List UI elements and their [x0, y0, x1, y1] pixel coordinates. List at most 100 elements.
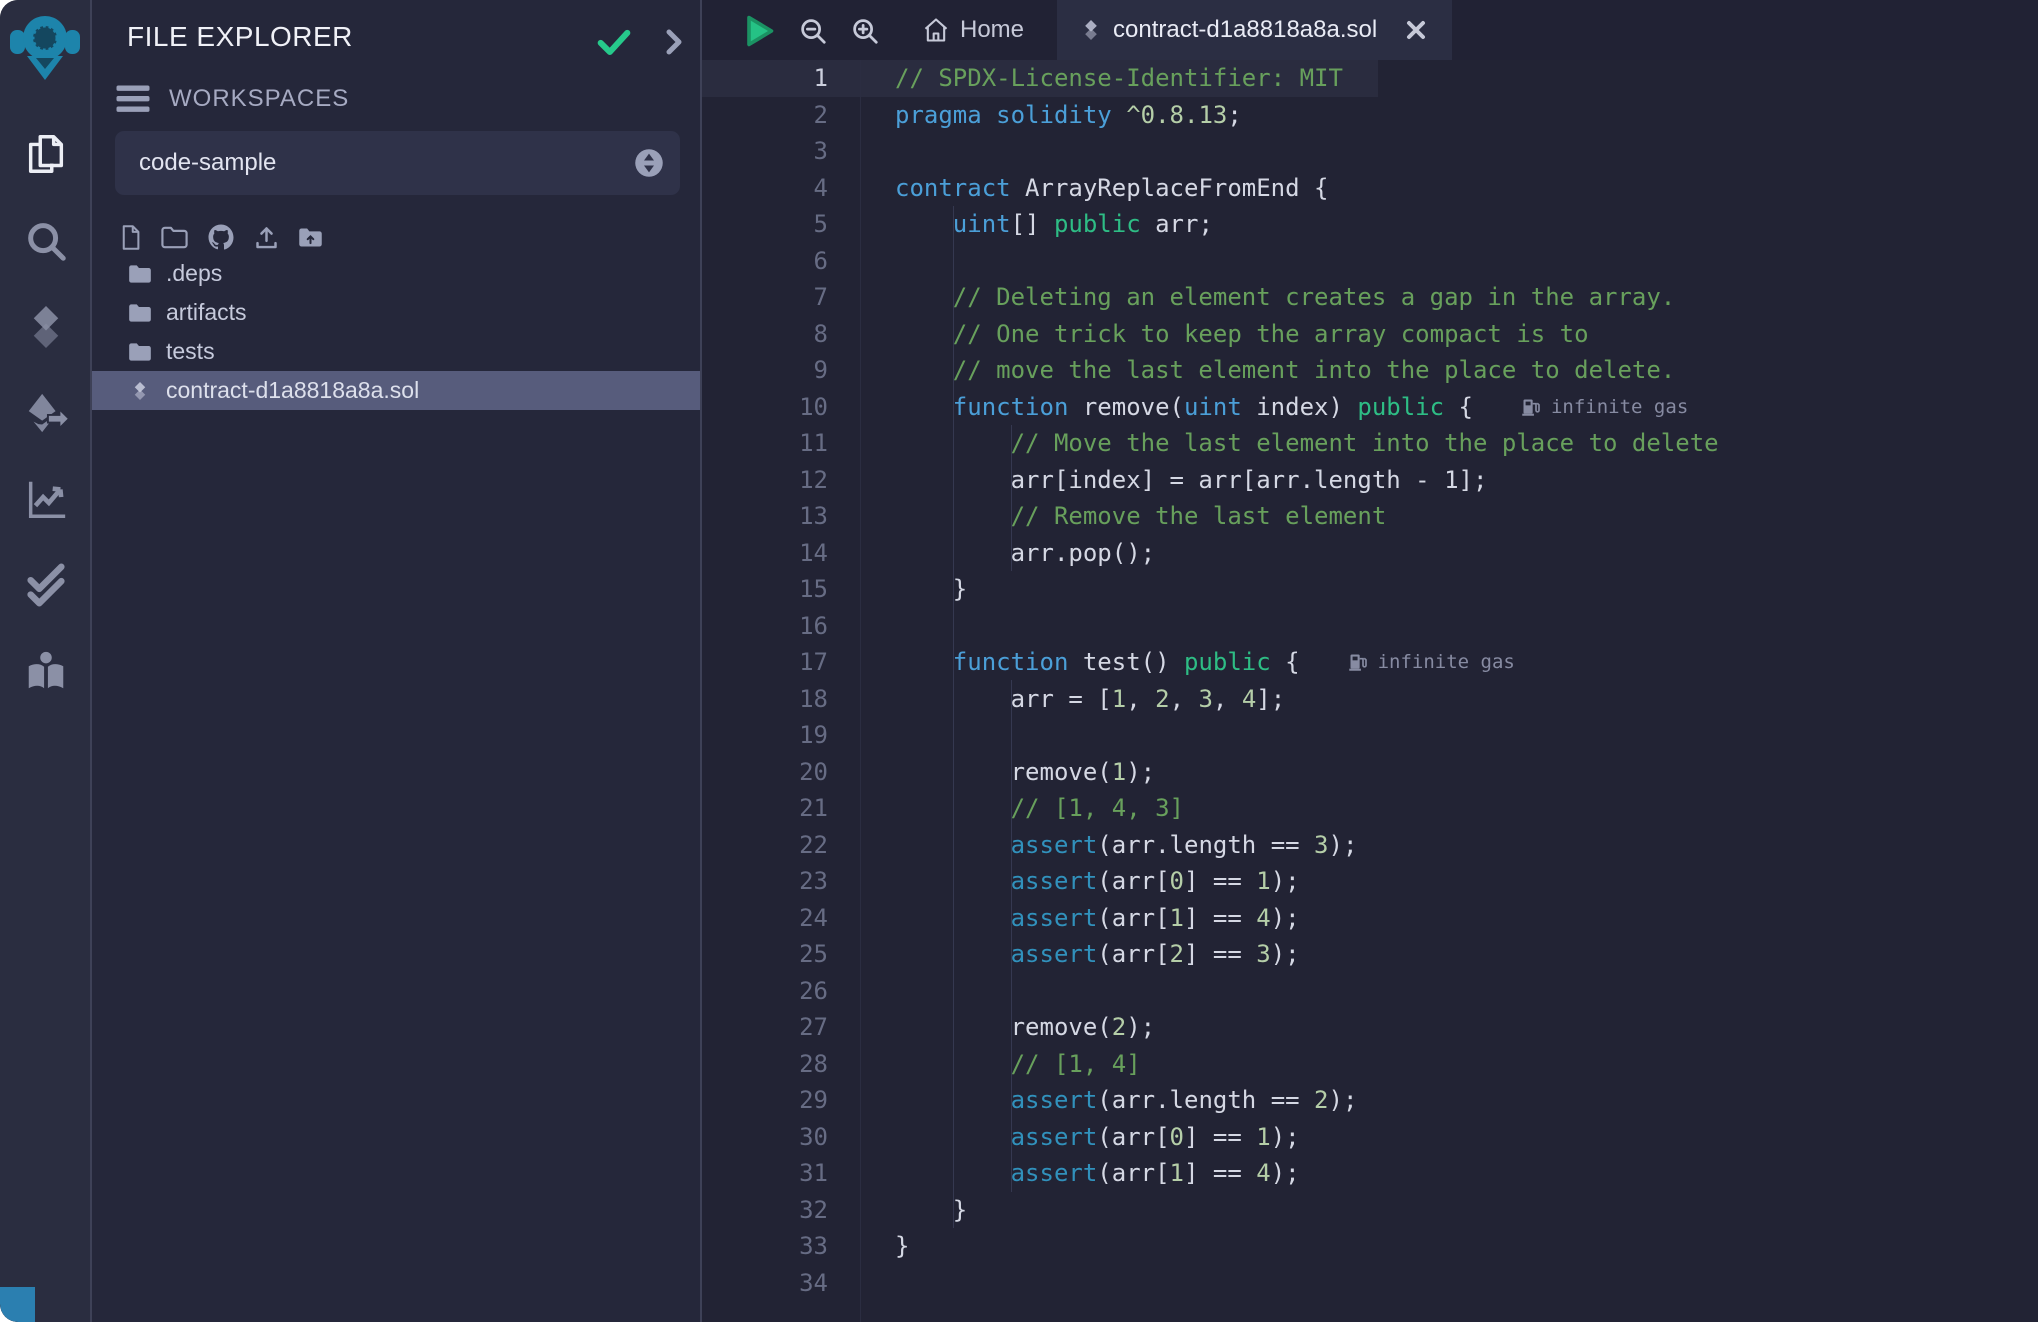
code-line[interactable]: 28 // [1, 4] [702, 1046, 2038, 1083]
code-editor[interactable]: 1// SPDX-License-Identifier: MIT2pragma … [702, 60, 2038, 1301]
new-folder-icon[interactable] [160, 224, 189, 251]
code-line-content: // SPDX-License-Identifier: MIT [828, 60, 1343, 97]
code-line[interactable]: 6 [702, 243, 2038, 280]
file-tree-row[interactable]: contract-d1a8818a8a.sol [92, 371, 702, 410]
select-arrows-icon [634, 148, 664, 178]
code-line[interactable]: 29 assert(arr.length == 2); [702, 1082, 2038, 1119]
code-line[interactable]: 13 // Remove the last element [702, 498, 2038, 535]
code-line[interactable]: 21 // [1, 4, 3] [702, 790, 2038, 827]
code-line[interactable]: 8 // One trick to keep the array compact… [702, 316, 2038, 353]
new-file-icon[interactable] [118, 224, 143, 251]
code-line[interactable]: 2pragma solidity ^0.8.13; [702, 97, 2038, 134]
code-line[interactable]: 15 } [702, 571, 2038, 608]
code-line[interactable]: 11 // Move the last element into the pla… [702, 425, 2038, 462]
code-line[interactable]: 30 assert(arr[0] == 1); [702, 1119, 2038, 1156]
home-icon [922, 16, 950, 44]
code-line[interactable]: 34 [702, 1265, 2038, 1302]
code-line[interactable]: 31 assert(arr[1] == 4); [702, 1155, 2038, 1192]
code-line-content: assert(arr[1] == 4); [828, 900, 1300, 937]
code-line-content: arr = [1, 2, 3, 4]; [828, 681, 1285, 718]
solidity-compiler-icon[interactable] [0, 304, 92, 350]
folder-icon [126, 340, 154, 364]
panel-title: FILE EXPLORER [127, 21, 353, 53]
tab-contract-file[interactable]: contract-d1a8818a8a.sol [1057, 0, 1452, 60]
file-tree-row[interactable]: .deps [92, 254, 702, 293]
folder-icon [126, 262, 154, 286]
file-name: artifacts [166, 299, 247, 326]
learneth-icon[interactable] [0, 648, 92, 694]
line-number: 23 [702, 863, 828, 900]
panel-header: FILE EXPLORER [92, 0, 702, 72]
code-line-content: remove(2); [828, 1009, 1155, 1046]
code-line-content: assert(arr.length == 2); [828, 1082, 1357, 1119]
file-tree: .deps artifacts tests contract-d1a8818a8a.s… [92, 254, 702, 410]
code-line-content: // [1, 4, 3] [828, 790, 1184, 827]
code-line[interactable]: 12 arr[index] = arr[arr.length - 1]; [702, 462, 2038, 499]
code-line-content: // [1, 4] [828, 1046, 1141, 1083]
zoom-out-icon[interactable] [798, 16, 828, 51]
code-line[interactable]: 7 // Deleting an element creates a gap i… [702, 279, 2038, 316]
editor-area: Home contract-d1a8818a8a.sol [702, 0, 2038, 1322]
remix-logo[interactable] [6, 6, 84, 91]
line-number: 16 [702, 608, 828, 645]
code-line[interactable]: 3 [702, 133, 2038, 170]
code-line[interactable]: 33} [702, 1228, 2038, 1265]
code-line[interactable]: 5 uint[] public arr; [702, 206, 2038, 243]
line-number: 15 [702, 571, 828, 608]
collapse-chevron-icon[interactable] [660, 22, 688, 62]
accept-check-icon[interactable] [594, 22, 634, 62]
matomo-badge[interactable] [0, 1287, 35, 1322]
run-script-button[interactable] [740, 13, 776, 54]
code-line[interactable]: 23 assert(arr[0] == 1); [702, 863, 2038, 900]
code-line[interactable]: 9 // move the last element into the plac… [702, 352, 2038, 389]
code-line[interactable]: 20 remove(1); [702, 754, 2038, 791]
code-line[interactable]: 22 assert(arr.length == 3); [702, 827, 2038, 864]
code-line-content: function test() public {infinite gas [828, 644, 1515, 681]
code-line[interactable]: 19 [702, 717, 2038, 754]
code-line[interactable]: 14 arr.pop(); [702, 535, 2038, 572]
file-name: contract-d1a8818a8a.sol [166, 377, 419, 404]
file-explorer-icon[interactable] [0, 130, 92, 178]
folder-icon [126, 301, 154, 325]
code-line[interactable]: 16 [702, 608, 2038, 645]
static-analysis-icon[interactable] [0, 476, 92, 522]
code-line[interactable]: 18 arr = [1, 2, 3, 4]; [702, 681, 2038, 718]
tab-home[interactable]: Home [908, 0, 1038, 60]
code-line-content: contract ArrayReplaceFromEnd { [828, 170, 1328, 207]
code-line[interactable]: 1// SPDX-License-Identifier: MIT [702, 60, 2038, 97]
code-line[interactable]: 27 remove(2); [702, 1009, 2038, 1046]
file-name: .deps [166, 260, 222, 287]
tab-close-icon[interactable] [1404, 18, 1428, 42]
file-tree-row[interactable]: tests [92, 332, 702, 371]
upload-file-icon[interactable] [253, 224, 280, 251]
workspaces-menu-icon[interactable] [115, 84, 151, 114]
file-tree-row[interactable]: artifacts [92, 293, 702, 332]
github-icon[interactable] [206, 222, 236, 252]
code-line[interactable]: 10 function remove(uint index) public {i… [702, 389, 2038, 426]
code-line[interactable]: 24 assert(arr[1] == 4); [702, 900, 2038, 937]
line-number: 5 [702, 206, 828, 243]
code-line-content [828, 133, 895, 170]
line-number: 26 [702, 973, 828, 1010]
deploy-run-icon[interactable] [0, 390, 92, 436]
line-number: 21 [702, 790, 828, 827]
code-line[interactable]: 26 [702, 973, 2038, 1010]
line-number: 11 [702, 425, 828, 462]
code-line[interactable]: 4contract ArrayReplaceFromEnd { [702, 170, 2038, 207]
code-line-content: remove(1); [828, 754, 1155, 791]
code-line[interactable]: 17 function test() public {infinite gas [702, 644, 2038, 681]
code-line[interactable]: 32 } [702, 1192, 2038, 1229]
code-line-content: arr[index] = arr[arr.length - 1]; [828, 462, 1487, 499]
line-number: 30 [702, 1119, 828, 1156]
code-line-content: arr.pop(); [828, 535, 1155, 572]
solidity-file-icon [126, 380, 154, 402]
upload-folder-icon[interactable] [297, 225, 324, 250]
search-icon[interactable] [0, 218, 92, 264]
code-line-content [828, 1265, 895, 1302]
workspace-select[interactable]: code-sample [115, 131, 680, 195]
unit-testing-icon[interactable] [0, 562, 92, 608]
icon-sidebar [0, 0, 92, 1322]
zoom-in-icon[interactable] [850, 16, 880, 51]
code-line-content: // One trick to keep the array compact i… [828, 316, 1589, 353]
code-line[interactable]: 25 assert(arr[2] == 3); [702, 936, 2038, 973]
